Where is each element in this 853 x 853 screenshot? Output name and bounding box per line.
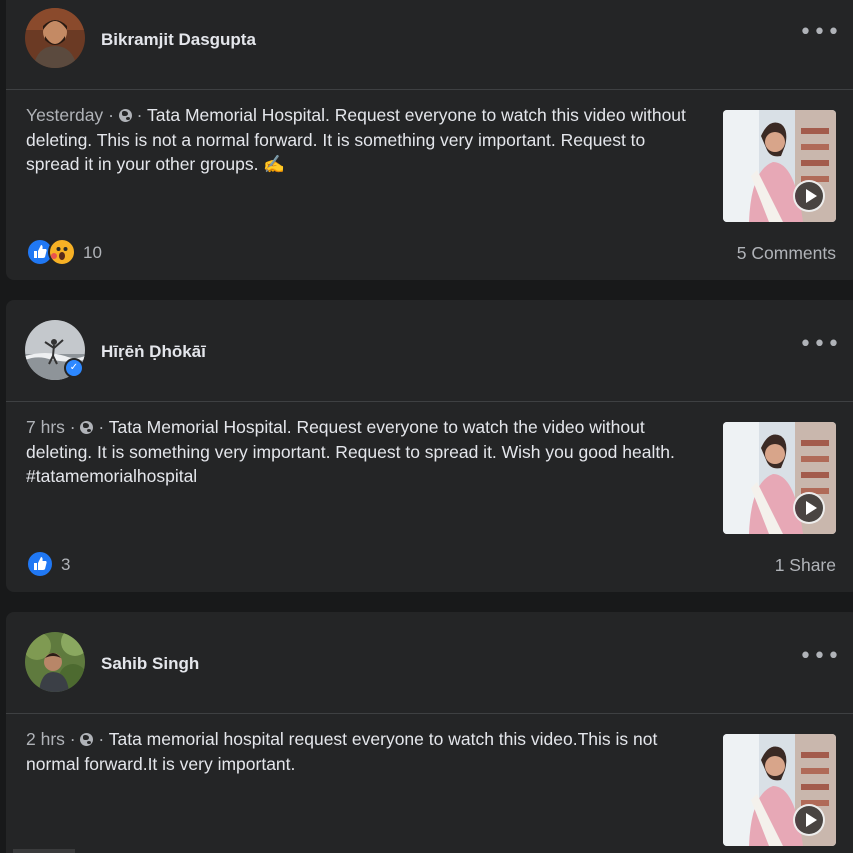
- author-name[interactable]: Hīṛēṅ Ḍhōkāī: [101, 342, 206, 362]
- post-footer: 3 1 Share: [6, 548, 853, 578]
- separator: ·: [69, 729, 76, 749]
- globe-icon: [80, 733, 94, 746]
- author-name[interactable]: Sahib Singh: [101, 654, 199, 674]
- wow-icon: [48, 238, 76, 266]
- verified-badge-icon: ✓: [64, 358, 84, 378]
- divider: [6, 89, 853, 90]
- post-card: Bikramjit Dasgupta ••• Yesterday · · Tat…: [6, 0, 853, 280]
- more-options-icon[interactable]: •••: [799, 646, 840, 674]
- video-thumbnail[interactable]: [723, 734, 836, 846]
- author-name[interactable]: Bikramjit Dasgupta: [101, 30, 256, 50]
- separator: ·: [69, 417, 76, 437]
- post-text: Yesterday · · Tata Memorial Hospital. Re…: [26, 103, 696, 177]
- more-options-icon[interactable]: •••: [799, 334, 840, 362]
- post-text: 2 hrs · · Tata memorial hospital request…: [26, 727, 696, 776]
- play-icon[interactable]: [793, 180, 825, 212]
- separator: ·: [98, 417, 105, 437]
- reaction-count: 3: [61, 555, 71, 574]
- like-icon: [26, 550, 54, 578]
- post-card: ✓ Hīṛēṅ Ḍhōkāī ••• 7 hrs · · Tata Memori…: [6, 300, 853, 592]
- post-footer: 10 5 Comments: [6, 236, 853, 266]
- shares-count[interactable]: 1 Share: [775, 555, 836, 576]
- post-header: Sahib Singh •••: [6, 612, 853, 712]
- divider: [6, 713, 853, 714]
- post-header: ✓ Hīṛēṅ Ḍhōkāī •••: [6, 300, 853, 400]
- video-thumbnail[interactable]: [723, 110, 836, 222]
- globe-icon: [80, 421, 94, 434]
- separator: ·: [136, 105, 143, 125]
- play-icon[interactable]: [793, 804, 825, 836]
- video-thumbnail[interactable]: [723, 422, 836, 534]
- avatar[interactable]: [25, 632, 85, 692]
- comments-count[interactable]: 5 Comments: [737, 243, 836, 264]
- writing-hand-emoji: ✍️: [263, 154, 286, 174]
- separator: ·: [98, 729, 105, 749]
- globe-icon: [118, 109, 132, 122]
- post-message: Tata memorial hospital request everyone …: [26, 729, 658, 774]
- post-message: Tata Memorial Hospital. Request everyone…: [26, 417, 675, 486]
- reaction-count: 10: [83, 243, 102, 262]
- more-options-icon[interactable]: •••: [799, 22, 840, 50]
- scroll-indicator: [13, 849, 75, 853]
- news-feed: Bikramjit Dasgupta ••• Yesterday · · Tat…: [0, 0, 853, 853]
- separator: ·: [108, 105, 114, 125]
- divider: [6, 401, 853, 402]
- post-card: Sahib Singh ••• 2 hrs · · Tata memorial …: [6, 612, 853, 853]
- post-text: 7 hrs · · Tata Memorial Hospital. Reques…: [26, 415, 696, 489]
- avatar[interactable]: [25, 8, 85, 68]
- post-header: Bikramjit Dasgupta •••: [6, 0, 853, 88]
- play-icon[interactable]: [793, 492, 825, 524]
- post-time[interactable]: 7 hrs: [26, 417, 65, 437]
- post-time[interactable]: Yesterday: [26, 105, 103, 125]
- post-time[interactable]: 2 hrs: [26, 729, 65, 749]
